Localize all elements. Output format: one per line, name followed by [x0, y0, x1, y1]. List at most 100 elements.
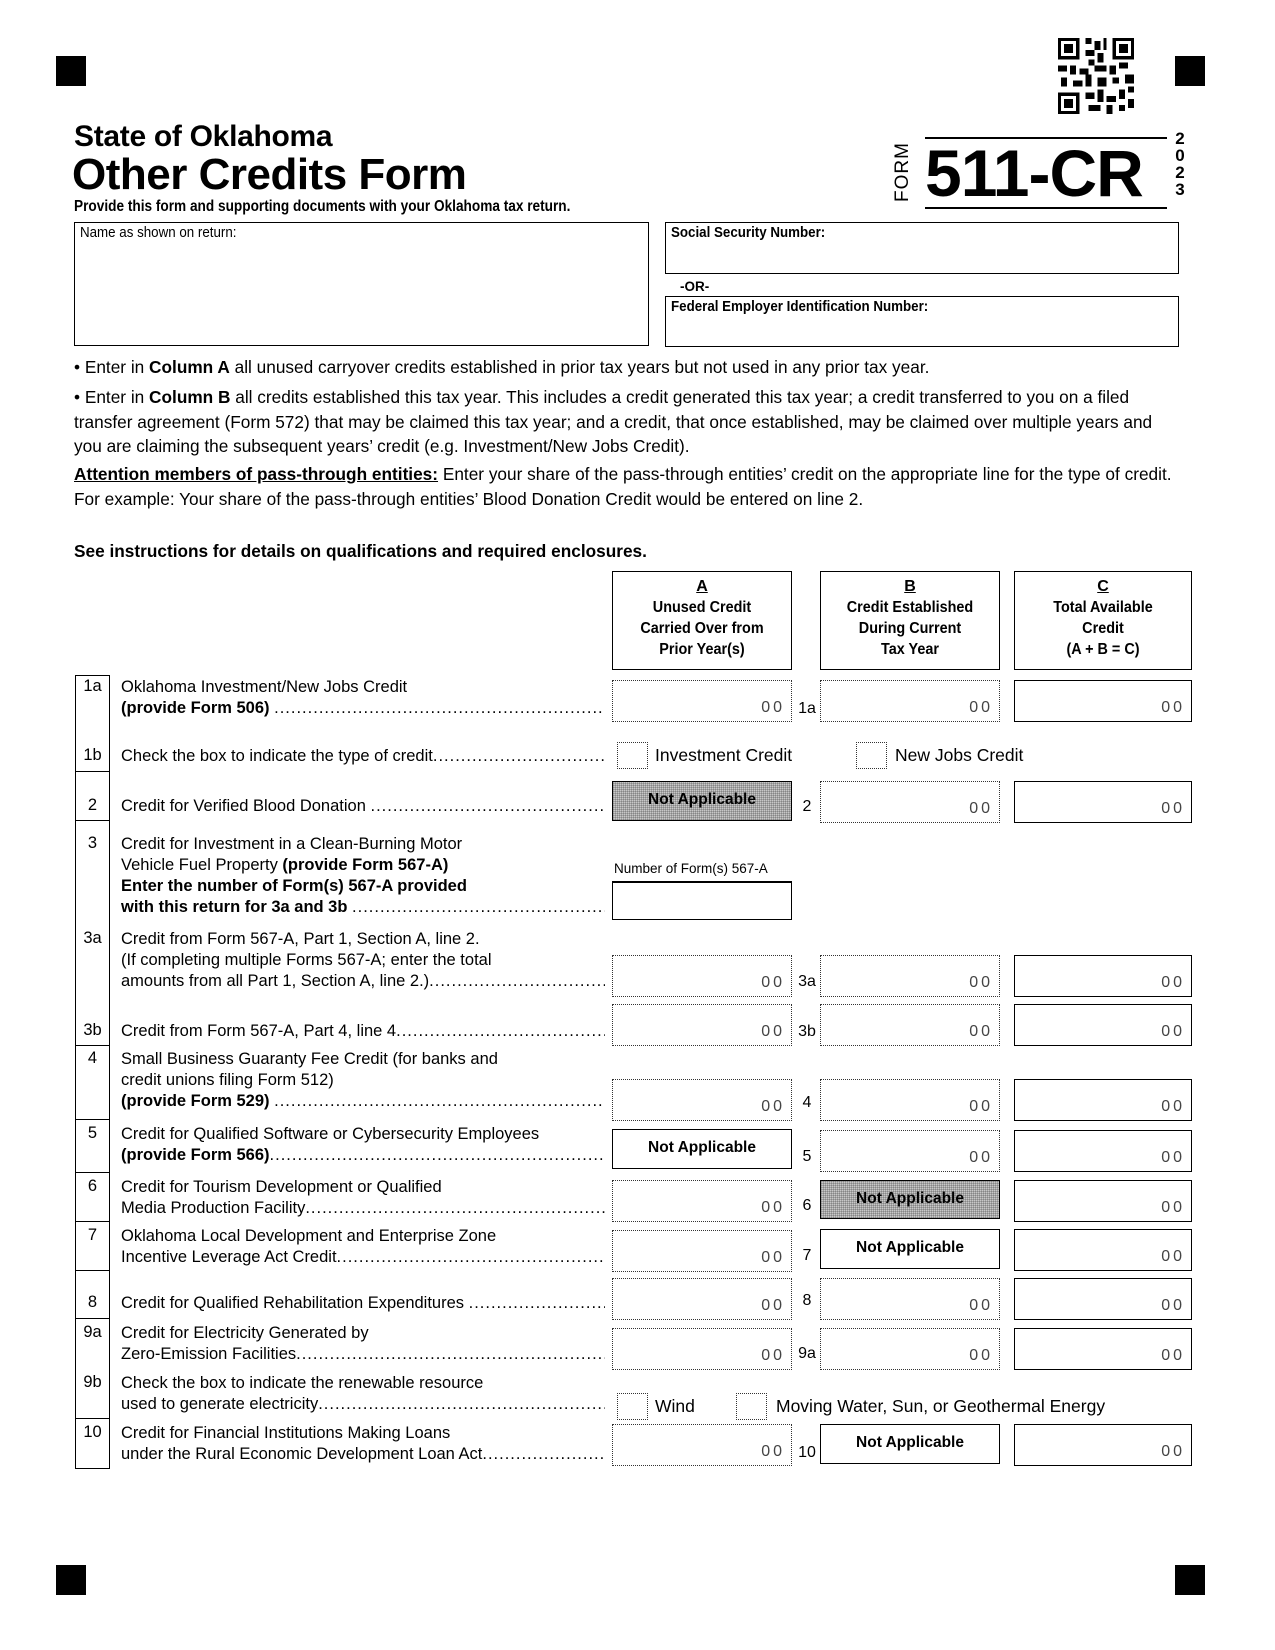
line-5-column-a-not-applicable: Not Applicable: [612, 1129, 792, 1169]
form-567a-count-input[interactable]: [612, 881, 792, 920]
line-2-description: Credit for Verified Blood Donation .....…: [121, 797, 605, 815]
form-number: 511-CR: [925, 137, 1167, 209]
line-1b-description: Check the box to indicate the type of cr…: [121, 747, 605, 765]
line-number: 7: [87, 1226, 98, 1244]
line-3b-mid-label: 3b: [798, 1023, 816, 1040]
line-9a-column-a-input[interactable]: 00: [612, 1328, 792, 1370]
line-number: 4: [87, 1049, 98, 1067]
or-label: -OR-: [680, 279, 710, 294]
pass-through-instruction: Attention members of pass-through entiti…: [74, 464, 1172, 509]
line-5-column-c-input[interactable]: 00: [1014, 1130, 1192, 1172]
water-sun-geothermal-label: Moving Water, Sun, or Geothermal Energy: [776, 1396, 1106, 1416]
column-b-header: B Credit Established During Current Tax Ye…: [820, 571, 1000, 670]
line-3a-mid-label: 3a: [798, 973, 816, 990]
line-10-column-a-input[interactable]: 00: [612, 1424, 792, 1466]
ssn-field[interactable]: Social Security Number:: [665, 222, 1179, 274]
state-name: State of Oklahoma: [74, 120, 333, 153]
line-number: 3: [87, 834, 98, 852]
line-7-mid-label: 7: [802, 1247, 812, 1264]
line-4-column-a-input[interactable]: 00: [612, 1079, 792, 1121]
line-number: 2: [87, 796, 98, 814]
line-7-column-c-input[interactable]: 00: [1014, 1229, 1192, 1271]
new-jobs-credit-checkbox[interactable]: [856, 742, 887, 769]
line-number: 1b: [83, 746, 102, 764]
investment-credit-label: Investment Credit: [655, 745, 793, 765]
line-6-column-b-not-applicable: Not Applicable: [820, 1180, 1000, 1219]
line-2-column-c-input[interactable]: 00: [1014, 781, 1192, 823]
line-8-column-b-input[interactable]: 00: [820, 1278, 1000, 1320]
line-10-description: Credit for Financial Institutions Making…: [121, 1424, 605, 1463]
line-5-mid-label: 5: [802, 1148, 812, 1165]
name-field[interactable]: Name as shown on return:: [74, 222, 649, 346]
line-10-mid-label: 10: [798, 1444, 816, 1461]
line-7-description: Oklahoma Local Development and Enterpris…: [121, 1227, 605, 1266]
line-6-description: Credit for Tourism Development or Qualif…: [121, 1178, 605, 1217]
line-1a-description: Oklahoma Investment/New Jobs Credit (pro…: [121, 678, 605, 717]
line-number: 3b: [83, 1021, 102, 1039]
registration-mark-top-left: [56, 56, 86, 86]
line-3-description: Credit for Investment in a Clean-Burning…: [121, 835, 605, 916]
form-subtitle: Provide this form and supporting documen…: [74, 198, 571, 215]
registration-mark-bottom-left: [56, 1565, 86, 1595]
fein-label: Federal Employer Identification Number:: [671, 299, 929, 315]
line-3b-description: Credit from Form 567-A, Part 4, line 4..…: [121, 1022, 605, 1040]
investment-credit-checkbox[interactable]: [617, 742, 648, 769]
line-6-column-a-input[interactable]: 00: [612, 1180, 792, 1222]
line-9b-description: Check the box to indicate the renewable …: [121, 1374, 605, 1413]
line-number: 10: [83, 1423, 102, 1441]
form-label: FORM: [892, 142, 913, 202]
line-4-column-b-input[interactable]: 00: [820, 1079, 1000, 1121]
line-2-column-b-input[interactable]: 00: [820, 781, 1000, 823]
line-10-column-b-not-applicable: Not Applicable: [820, 1424, 1000, 1464]
line-1a-column-a-input[interactable]: 00: [612, 680, 792, 722]
line-1a-mid-label: 1a: [798, 700, 816, 717]
line-3b-column-c-input[interactable]: 00: [1014, 1004, 1192, 1046]
line-3b-column-a-input[interactable]: 00: [612, 1004, 792, 1046]
line-7-column-a-input[interactable]: 00: [612, 1230, 792, 1272]
line-number: 9a: [83, 1323, 102, 1341]
column-b-instruction: • Enter in Column B all credits establis…: [74, 387, 1153, 456]
line-8-mid-label: 8: [802, 1292, 812, 1309]
new-jobs-credit-label: New Jobs Credit: [895, 745, 1024, 765]
line-6-column-c-input[interactable]: 00: [1014, 1180, 1192, 1222]
qr-code-icon: [1058, 38, 1134, 114]
ssn-label: Social Security Number:: [671, 225, 826, 241]
line-number: 6: [87, 1177, 98, 1195]
water-sun-geothermal-checkbox[interactable]: [736, 1393, 767, 1420]
line-9a-column-b-input[interactable]: 00: [820, 1328, 1000, 1370]
line-2-column-a-not-applicable: Not Applicable: [612, 781, 792, 821]
line-7-column-b-not-applicable: Not Applicable: [820, 1229, 1000, 1269]
tax-year: 2023: [1175, 129, 1185, 199]
line-2-mid-label: 2: [802, 798, 812, 815]
line-9a-column-c-input[interactable]: 00: [1014, 1328, 1192, 1370]
line-8-column-c-input[interactable]: 00: [1014, 1278, 1192, 1320]
line-number: 3a: [83, 929, 102, 947]
form-title: Other Credits Form: [72, 150, 467, 199]
see-instructions-note: See instructions for details on qualific…: [74, 541, 647, 561]
line-6-mid-label: 6: [802, 1197, 812, 1214]
line-10-column-c-input[interactable]: 00: [1014, 1424, 1192, 1466]
line-number: 8: [87, 1293, 98, 1311]
line-9a-mid-label: 9a: [798, 1345, 816, 1362]
column-a-instruction: • Enter in Column A all unused carryover…: [74, 357, 930, 377]
line-8-column-a-input[interactable]: 00: [612, 1278, 792, 1320]
line-9a-description: Credit for Electricity Generated by Zero…: [121, 1324, 605, 1363]
line-3a-column-c-input[interactable]: 00: [1014, 955, 1192, 997]
line-3b-column-b-input[interactable]: 00: [820, 1004, 1000, 1046]
line-3a-column-b-input[interactable]: 00: [820, 955, 1000, 997]
line-1a-column-b-input[interactable]: 00: [820, 680, 1000, 722]
column-a-header: A Unused Credit Carried Over from Prior Ye…: [612, 571, 792, 670]
line-5-column-b-input[interactable]: 00: [820, 1130, 1000, 1172]
line-5-description: Credit for Qualified Software or Cyberse…: [121, 1125, 605, 1164]
line-4-description: Small Business Guaranty Fee Credit (for …: [121, 1050, 605, 1110]
line-8-description: Credit for Qualified Rehabilitation Expe…: [121, 1294, 605, 1312]
wind-checkbox[interactable]: [617, 1393, 648, 1420]
line-number: 9b: [83, 1373, 102, 1391]
fein-field[interactable]: Federal Employer Identification Number:: [665, 296, 1179, 347]
line-4-column-c-input[interactable]: 00: [1014, 1079, 1192, 1121]
line-1a-column-c-input[interactable]: 00: [1014, 680, 1192, 722]
name-label: Name as shown on return:: [80, 225, 237, 241]
registration-mark-bottom-right: [1175, 1565, 1205, 1595]
column-c-header: C Total Available Credit (A + B = C): [1014, 571, 1192, 670]
line-3a-column-a-input[interactable]: 00: [612, 955, 792, 997]
